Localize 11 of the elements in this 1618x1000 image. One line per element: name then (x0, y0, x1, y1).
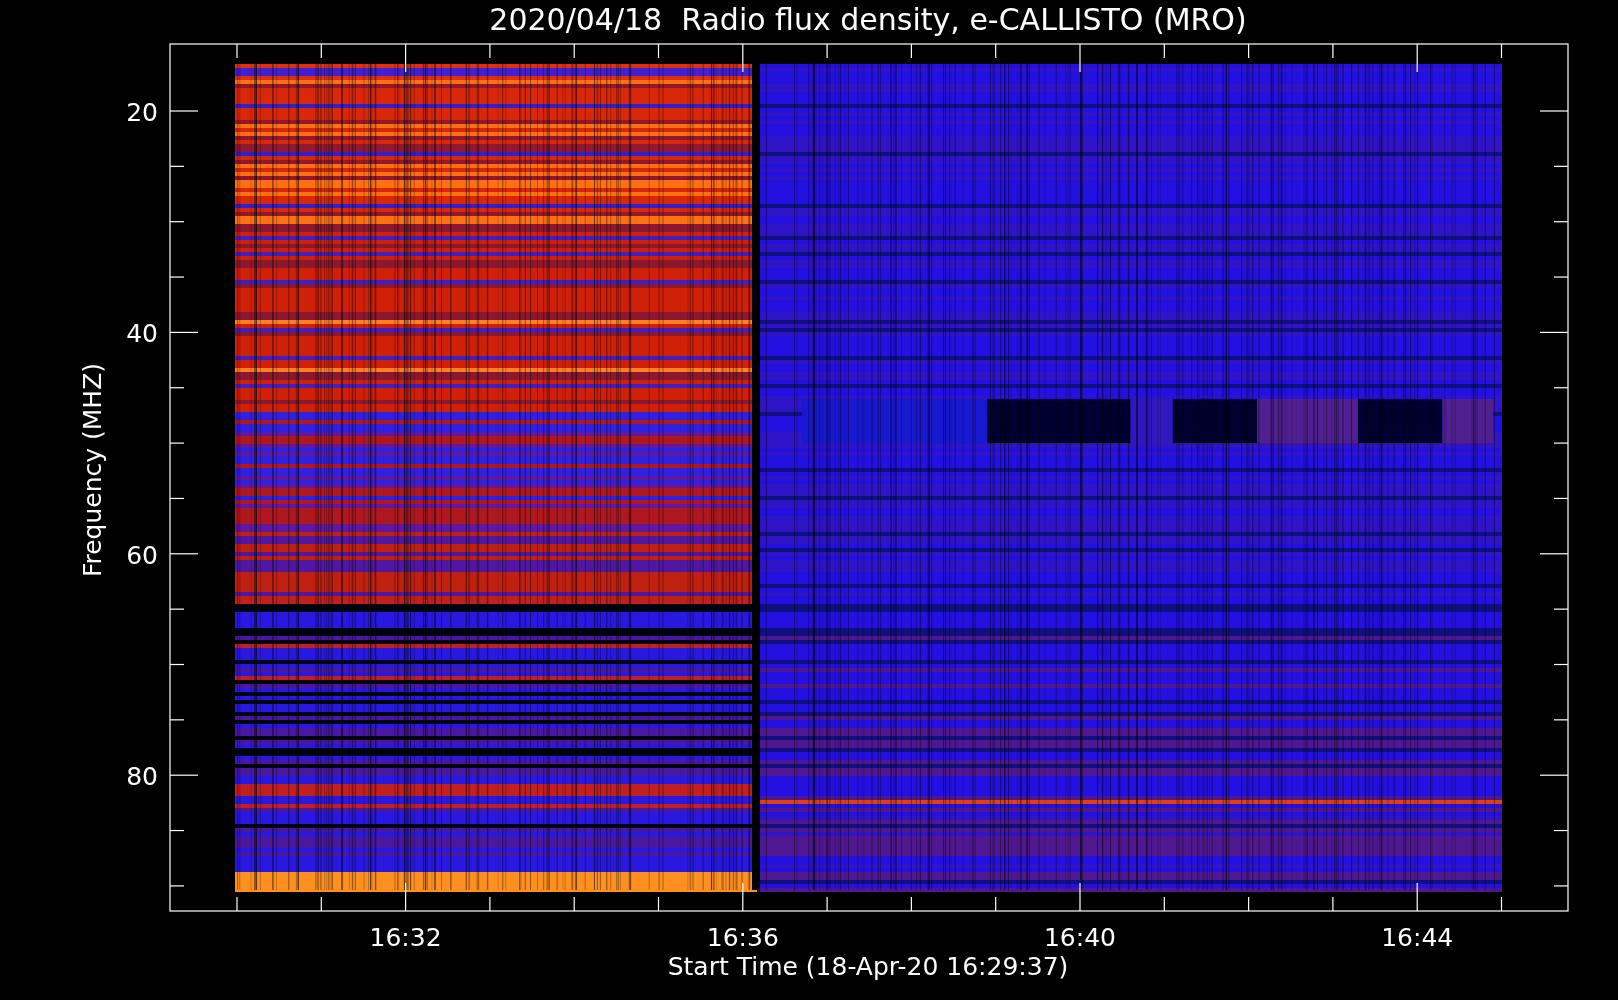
tick-label: 20 (126, 98, 158, 127)
chart-title: 2020/04/18 Radio flux density, e-CALLISTO (MRO) (489, 2, 1247, 37)
tick-label: 80 (126, 762, 158, 792)
tick-label: 16:44 (1381, 923, 1454, 952)
tick-label: 16:36 (706, 923, 779, 952)
tick-label: 16:40 (1044, 923, 1116, 952)
axis-title: Frequency (MHZ) (78, 362, 107, 578)
axis-title: Start Time (18-Apr-20 16:29:37) (667, 952, 1069, 981)
tick-label: 60 (126, 540, 158, 570)
tick-label: 40 (126, 319, 158, 349)
tick-label: 16:32 (369, 923, 442, 952)
